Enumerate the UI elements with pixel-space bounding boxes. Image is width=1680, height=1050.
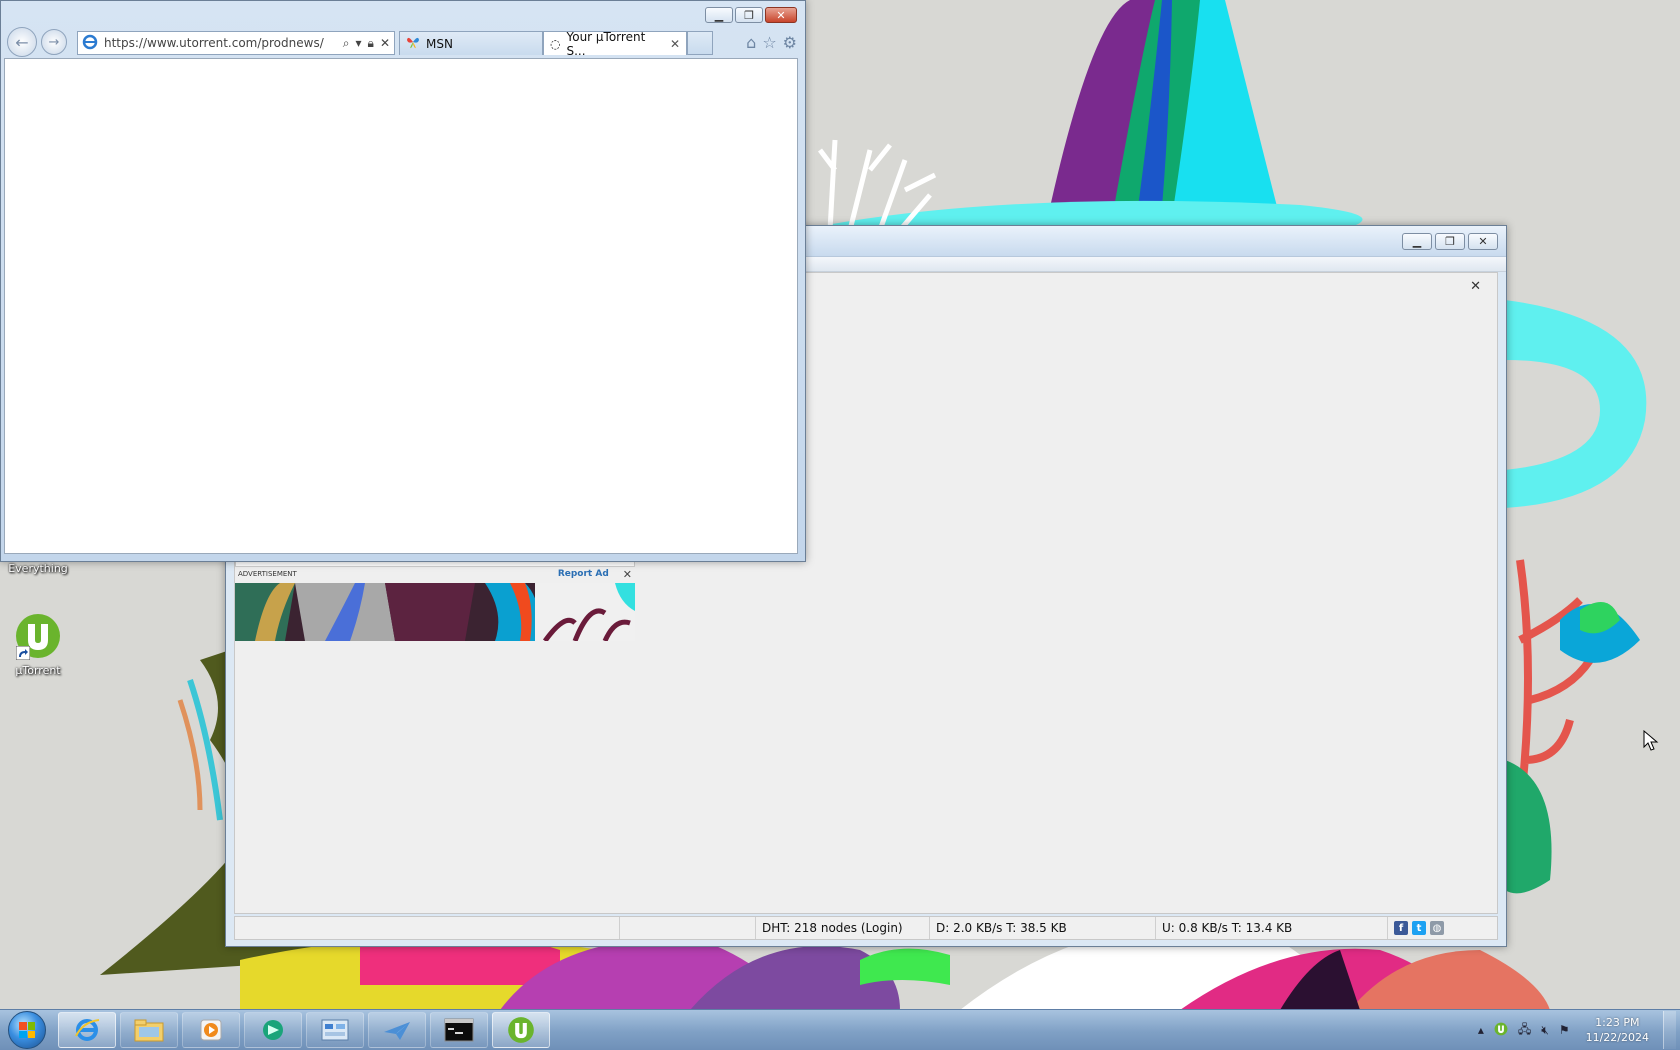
status-cell-empty bbox=[235, 917, 620, 939]
twitter-icon[interactable]: t bbox=[1412, 921, 1426, 935]
new-tab-button[interactable] bbox=[687, 31, 713, 55]
taskbar-media-player[interactable] bbox=[182, 1012, 240, 1048]
action-center-flag-icon[interactable]: ⚑ bbox=[1559, 1023, 1570, 1037]
desktop-icon-utorrent[interactable]: µTorrent bbox=[0, 612, 78, 677]
internet-explorer-icon bbox=[75, 1019, 100, 1041]
upload-status[interactable]: U: 0.8 KB/s T: 13.4 KB bbox=[1156, 917, 1388, 939]
stop-icon[interactable]: ✕ bbox=[380, 36, 390, 51]
tab-utorrent[interactable]: ◌ Your µTorrent S... ✕ bbox=[543, 29, 687, 58]
minimize-button[interactable]: ▁ bbox=[1402, 233, 1432, 250]
maximize-button[interactable]: ❐ bbox=[1435, 233, 1465, 250]
utorrent-icon bbox=[508, 1017, 534, 1043]
control-panel-icon bbox=[321, 1019, 349, 1041]
browser-command-buttons: ⌂ ☆ ⚙ bbox=[746, 33, 797, 52]
msn-butterfly-icon bbox=[406, 35, 420, 52]
shortcut-arrow-icon bbox=[16, 646, 30, 660]
close-button[interactable]: ✕ bbox=[1468, 233, 1498, 250]
network-icon[interactable]: 🖧︎ bbox=[1518, 1020, 1531, 1041]
volume-muted-icon[interactable]: 🔇︎ bbox=[1541, 1023, 1549, 1038]
settings-gear-icon[interactable]: ⚙ bbox=[783, 33, 797, 52]
clock-date: 11/22/2024 bbox=[1585, 1031, 1649, 1044]
dropdown-icon[interactable]: ▾ bbox=[356, 36, 362, 51]
download-status-text: D: 2.0 KB/s T: 38.5 KB bbox=[936, 921, 1067, 935]
address-tools: ⌕ ▾ 🔒︎ ✕ bbox=[343, 36, 390, 51]
desktop-icon-label: Everything bbox=[8, 562, 68, 575]
dht-status-text: DHT: 218 nodes (Login) bbox=[762, 921, 903, 935]
taskbar-control-panel[interactable] bbox=[306, 1012, 364, 1048]
taskbar-command-prompt[interactable] bbox=[430, 1012, 488, 1048]
ie-page-icon bbox=[82, 34, 98, 53]
folder-icon bbox=[134, 1019, 164, 1042]
minimize-icon: ▁ bbox=[1412, 235, 1422, 248]
taskbar-internet-explorer[interactable] bbox=[58, 1012, 116, 1048]
favorites-star-icon[interactable]: ☆ bbox=[762, 33, 776, 52]
taskbar-app-green[interactable] bbox=[244, 1012, 302, 1048]
maximize-icon: ❐ bbox=[1445, 235, 1455, 248]
browser-close-button[interactable]: ✕ bbox=[765, 7, 797, 23]
desktop-icon-label: µTorrent bbox=[15, 664, 61, 677]
ad-close-icon[interactable]: ✕ bbox=[623, 568, 632, 581]
tray-expand-icon[interactable]: ▴ bbox=[1478, 1023, 1484, 1037]
paper-plane-icon bbox=[384, 1022, 410, 1040]
status-cell-blank bbox=[620, 917, 756, 939]
utorrent-icon bbox=[14, 612, 62, 660]
windows-logo-icon bbox=[19, 1022, 35, 1038]
start-button[interactable] bbox=[8, 1011, 46, 1049]
taskbar-file-explorer[interactable] bbox=[120, 1012, 178, 1048]
browser-nav-buttons: ← → bbox=[7, 27, 67, 57]
tab-label: Your µTorrent S... bbox=[566, 29, 646, 58]
report-ad-link[interactable]: Report Ad bbox=[558, 569, 609, 579]
back-arrow-icon: ← bbox=[15, 32, 29, 52]
minimize-icon: ▁ bbox=[714, 8, 724, 22]
clock-time: 1:23 PM bbox=[1595, 1016, 1640, 1029]
loading-icon: ◌ bbox=[550, 36, 561, 51]
show-desktop-button[interactable] bbox=[1663, 1011, 1676, 1049]
utorrent-caption-buttons: ▁ ❐ ✕ bbox=[1402, 233, 1498, 250]
forward-arrow-icon: → bbox=[48, 34, 60, 50]
command-prompt-icon bbox=[444, 1018, 474, 1042]
taskbar: ▴ 🖧︎ 🔇︎ ⚑ 1:23 PM 11/22/2024 bbox=[0, 1009, 1680, 1050]
panel-close-icon[interactable]: ✕ bbox=[1470, 279, 1481, 294]
facebook-icon[interactable]: f bbox=[1394, 921, 1408, 935]
system-tray: ▴ 🖧︎ 🔇︎ ⚑ 1:23 PM 11/22/2024 bbox=[1478, 1010, 1680, 1050]
desktop: Everything µTorrent ▁ ❐ ✕ ✕ ADVERTISEMEN… bbox=[0, 0, 1680, 1050]
browser-page-content[interactable] bbox=[4, 58, 798, 554]
address-url: https://www.utorrent.com/prodnews/ bbox=[104, 36, 324, 50]
media-player-icon bbox=[200, 1019, 222, 1041]
browser-window: ▁ ❐ ✕ ← → https://www.utorrent.com/prodn… bbox=[0, 0, 806, 562]
browser-maximize-button[interactable]: ❐ bbox=[735, 7, 763, 23]
tab-msn[interactable]: MSN bbox=[399, 31, 543, 55]
tab-label: MSN bbox=[426, 36, 453, 51]
upload-status-text: U: 0.8 KB/s T: 13.4 KB bbox=[1162, 921, 1293, 935]
social-links: f t ◍ bbox=[1388, 917, 1466, 939]
ad-header: ADVERTISEMENT Report Ad ✕ bbox=[235, 566, 635, 582]
dht-status[interactable]: DHT: 218 nodes (Login) bbox=[756, 917, 930, 939]
tab-close-icon[interactable]: ✕ bbox=[670, 37, 680, 51]
lock-icon[interactable]: 🔒︎ bbox=[368, 36, 374, 51]
mouse-cursor-icon bbox=[1643, 730, 1659, 751]
maximize-icon: ❐ bbox=[744, 8, 754, 22]
desktop-icon-everything[interactable]: Everything bbox=[0, 562, 78, 575]
browser-minimize-button[interactable]: ▁ bbox=[705, 7, 733, 23]
tray-utorrent-icon[interactable] bbox=[1494, 1022, 1508, 1039]
back-button[interactable]: ← bbox=[7, 27, 37, 57]
close-icon: ✕ bbox=[1478, 235, 1488, 248]
home-icon[interactable]: ⌂ bbox=[746, 33, 756, 52]
search-icon[interactable]: ⌕ bbox=[343, 36, 350, 51]
green-app-icon bbox=[263, 1020, 283, 1040]
globe-icon[interactable]: ◍ bbox=[1430, 921, 1444, 935]
browser-caption-buttons: ▁ ❐ ✕ bbox=[705, 7, 797, 23]
utorrent-statusbar: DHT: 218 nodes (Login) D: 2.0 KB/s T: 38… bbox=[234, 916, 1498, 940]
ad-label: ADVERTISEMENT bbox=[238, 570, 297, 578]
system-clock[interactable]: 1:23 PM 11/22/2024 bbox=[1586, 1015, 1649, 1045]
ad-banner-image[interactable] bbox=[235, 583, 635, 641]
taskbar-mail-app[interactable] bbox=[368, 1012, 426, 1048]
close-icon: ✕ bbox=[776, 8, 786, 22]
taskbar-utorrent[interactable] bbox=[492, 1012, 550, 1048]
address-bar[interactable]: https://www.utorrent.com/prodnews/ ⌕ ▾ 🔒… bbox=[77, 31, 395, 55]
download-status[interactable]: D: 2.0 KB/s T: 38.5 KB bbox=[930, 917, 1156, 939]
forward-button[interactable]: → bbox=[41, 29, 67, 55]
